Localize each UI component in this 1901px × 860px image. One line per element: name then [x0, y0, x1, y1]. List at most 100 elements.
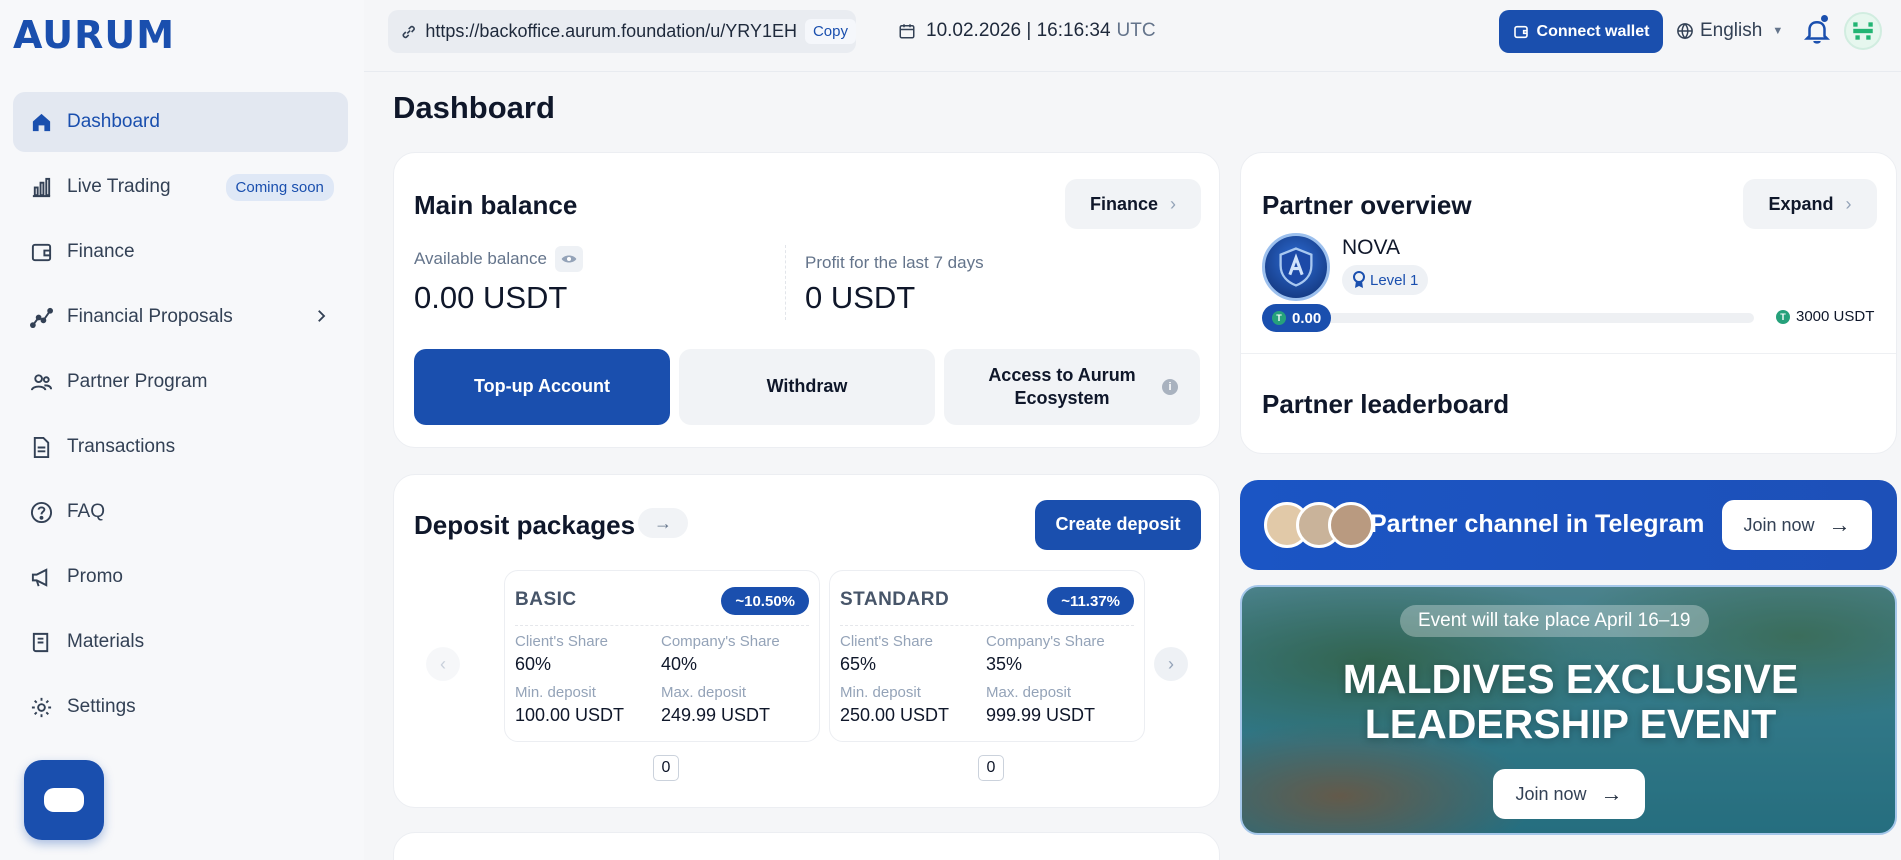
min-deposit-value: 100.00 USDT: [515, 705, 625, 725]
sidebar-item-partner-program[interactable]: Partner Program: [13, 352, 348, 412]
next-card-peek: [393, 832, 1220, 860]
progress-target: T 3000 USDT: [1776, 308, 1874, 325]
carousel-prev-button[interactable]: ‹: [426, 647, 460, 681]
telegram-banner-text: Partner channel in Telegram: [1370, 510, 1705, 538]
event-join-button[interactable]: Join now →: [1493, 769, 1645, 819]
finance-button-label: Finance: [1089, 193, 1159, 214]
package-card-basic[interactable]: BASIC ~10.50% Client's Share 60% Company…: [504, 570, 820, 742]
tether-icon: T: [1272, 311, 1286, 325]
carousel-next-button[interactable]: ›: [1154, 647, 1188, 681]
client-share-label: Client's Share: [840, 633, 933, 650]
withdraw-button[interactable]: Withdraw: [679, 349, 935, 425]
bell-icon[interactable]: [1802, 16, 1832, 46]
wallet-icon: [29, 240, 53, 264]
package-count-standard: 0: [978, 755, 1004, 781]
eye-icon[interactable]: [554, 246, 583, 272]
progress-value: 0.00: [1292, 309, 1322, 327]
coming-soon-badge: Coming soon: [225, 173, 334, 201]
language-label: English: [1700, 20, 1763, 41]
sidebar-item-materials[interactable]: Materials: [13, 612, 348, 672]
support-chat-button[interactable]: [24, 760, 104, 840]
package-name: STANDARD: [840, 589, 950, 610]
sidebar-item-financial-proposals[interactable]: Financial Proposals: [13, 287, 348, 347]
sidebar-item-label: Live Trading: [67, 176, 171, 197]
finance-button[interactable]: Finance ›: [1065, 179, 1201, 229]
sidebar-item-label: Finance: [67, 241, 135, 262]
sidebar-item-label: Financial Proposals: [67, 306, 233, 327]
client-share-label: Client's Share: [515, 633, 608, 650]
sidebar-item-label: FAQ: [67, 501, 106, 522]
partner-leaderboard-title: Partner leaderboard: [1262, 389, 1510, 419]
telegram-join-button[interactable]: Join now →: [1722, 500, 1872, 550]
arrow-right-icon[interactable]: →: [638, 508, 688, 538]
package-count-basic: 0: [653, 755, 679, 781]
expand-button[interactable]: Expand ›: [1743, 179, 1877, 229]
caret-down-icon: ▼: [1772, 25, 1784, 37]
topup-account-button[interactable]: Top-up Account: [414, 349, 670, 425]
max-deposit-value: 249.99 USDT: [661, 705, 771, 725]
deposit-packages-card: Deposit packages → Create deposit ‹ BASI…: [393, 474, 1220, 808]
partner-overview-card: Partner overview Expand › Partner leader…: [1240, 152, 1897, 454]
page-title: Dashboard: [393, 90, 555, 125]
create-deposit-button[interactable]: Create deposit: [1035, 500, 1201, 550]
gear-icon: [29, 695, 53, 719]
main-balance-card: Main balance Finance › Available balance…: [393, 152, 1220, 448]
copy-button[interactable]: Copy: [804, 19, 856, 44]
company-share-value: 35%: [986, 654, 1023, 674]
trend-line-icon: [29, 305, 53, 329]
link-icon: [402, 25, 415, 38]
book-icon: [29, 630, 53, 654]
connect-wallet-button[interactable]: Connect wallet: [1499, 10, 1663, 53]
partner-card-divider: [1241, 353, 1896, 354]
arrow-right-icon: →: [1828, 512, 1851, 537]
profit-value: 0 USDT: [805, 280, 916, 315]
sidebar-item-dashboard[interactable]: Dashboard: [13, 92, 348, 152]
top-header: https://backoffice.aurum.foundation/u/YR…: [364, 0, 1901, 72]
access-ecosystem-button[interactable]: Access to Aurum Ecosystem i: [944, 349, 1200, 425]
min-deposit-label: Min. deposit: [515, 684, 596, 701]
referral-url: https://backoffice.aurum.foundation/u/YR…: [425, 21, 797, 41]
chevron-right-icon[interactable]: [312, 307, 330, 331]
document-icon: [29, 435, 53, 459]
min-deposit-label: Min. deposit: [840, 684, 921, 701]
sidebar-item-label: Partner Program: [67, 371, 208, 392]
info-icon[interactable]: i: [1162, 379, 1178, 395]
medal-icon: [1353, 271, 1365, 288]
sidebar-item-label: Materials: [67, 631, 145, 652]
package-rate-badge: ~10.50%: [721, 587, 809, 615]
sidebar-item-transactions[interactable]: Transactions: [13, 417, 348, 477]
rank-name: NOVA: [1342, 236, 1400, 259]
join-label: Join now: [1515, 783, 1587, 804]
main-balance-title: Main balance: [414, 190, 578, 220]
package-card-standard[interactable]: STANDARD ~11.37% Client's Share 65% Comp…: [829, 570, 1145, 742]
max-deposit-label: Max. deposit: [986, 684, 1072, 701]
profit-label: Profit for the last 7 days: [805, 253, 984, 272]
event-banner[interactable]: Event will take place April 16–19 MALDIV…: [1240, 585, 1897, 835]
deposit-packages-title: Deposit packages: [414, 510, 636, 540]
package-name: BASIC: [515, 589, 577, 610]
available-balance-label: Available balance: [414, 246, 583, 272]
tether-icon: T: [1776, 309, 1790, 324]
level-label: Level 1: [1370, 271, 1419, 289]
rank-badge-icon: [1262, 233, 1330, 301]
sidebar-item-finance[interactable]: Finance: [13, 222, 348, 282]
event-date-pill: Event will take place April 16–19: [1400, 605, 1709, 637]
sidebar-item-promo[interactable]: Promo: [13, 547, 348, 607]
sidebar-nav: Dashboard Live Trading Coming soon Finan…: [13, 92, 348, 742]
package-divider: [515, 625, 809, 626]
aurum-logo[interactable]: AURUM: [13, 13, 175, 57]
avatar[interactable]: [1844, 12, 1882, 50]
notification-dot: [1821, 15, 1828, 22]
referral-url-box: https://backoffice.aurum.foundation/u/YR…: [388, 10, 856, 53]
sidebar-item-live-trading[interactable]: Live Trading Coming soon: [13, 157, 348, 217]
package-rate-badge: ~11.37%: [1047, 587, 1134, 615]
telegram-banner[interactable]: Partner channel in Telegram Join now →: [1240, 480, 1897, 570]
globe-icon: [1677, 23, 1693, 40]
sidebar-item-settings[interactable]: Settings: [13, 677, 348, 737]
sidebar-item-faq[interactable]: FAQ: [13, 482, 348, 542]
balance-divider: [785, 245, 786, 320]
language-selector[interactable]: English ▼: [1676, 20, 1783, 42]
chart-bars-icon: [29, 175, 53, 199]
event-title-line2: LEADERSHIP EVENT: [1364, 701, 1777, 748]
level-badge: Level 1: [1342, 265, 1429, 295]
